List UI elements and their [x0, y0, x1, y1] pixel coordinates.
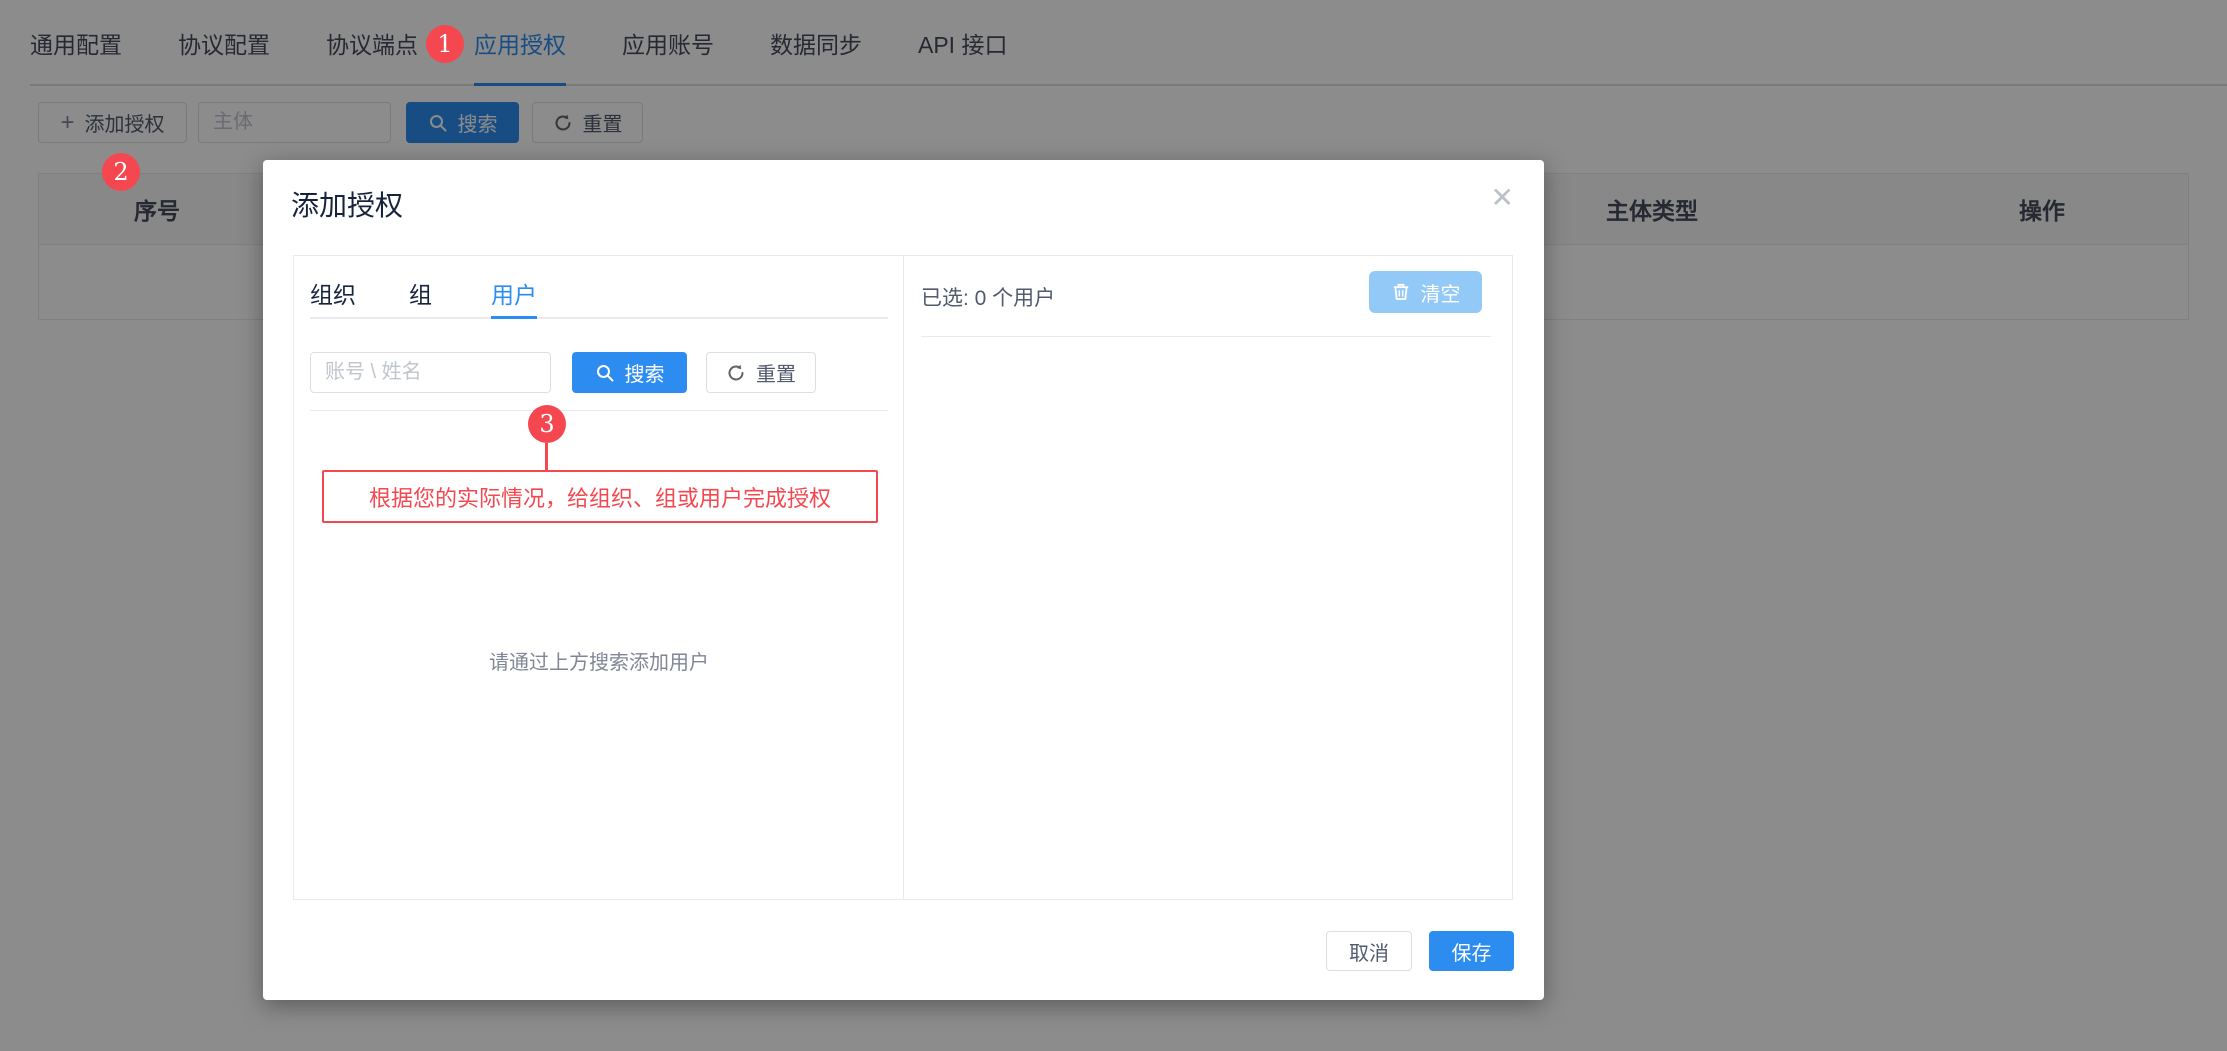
- search-divider: [310, 410, 888, 411]
- close-icon[interactable]: ✕: [1491, 184, 1514, 212]
- selector-panel: 组织 组 用户 搜索: [293, 255, 1513, 900]
- annotation-connector-line: [545, 443, 548, 470]
- dialog-reset-label: 重置: [756, 358, 796, 387]
- refresh-icon: [726, 363, 746, 383]
- step-badge-3: 3: [528, 405, 566, 443]
- save-button[interactable]: 保存: [1429, 931, 1514, 971]
- clear-selection-label: 清空: [1421, 278, 1461, 307]
- subject-picker-pane: 组织 组 用户 搜索: [294, 256, 904, 899]
- selected-count-label: 已选: 0 个用户: [921, 282, 1055, 312]
- search-icon: [595, 363, 615, 383]
- selected-header-divider: [921, 336, 1491, 337]
- tab-user[interactable]: 用户: [491, 276, 537, 310]
- tab-organization[interactable]: 组织: [310, 276, 356, 310]
- step-badge-1: 1: [426, 25, 464, 63]
- dialog-reset-button[interactable]: 重置: [706, 352, 816, 393]
- dialog-search-button[interactable]: 搜索: [572, 352, 687, 393]
- cancel-button[interactable]: 取消: [1326, 931, 1412, 971]
- empty-state-text: 请通过上方搜索添加用户: [294, 646, 904, 675]
- active-tab-underline: [491, 316, 537, 319]
- step-badge-2: 2: [102, 153, 140, 191]
- annotation-note: 根据您的实际情况，给组织、组或用户完成授权: [322, 470, 878, 523]
- app-config-page: 通用配置 协议配置 协议端点 应用授权 应用账号 数据同步 API 接口 + 添…: [0, 0, 2227, 1051]
- dialog-search-label: 搜索: [625, 358, 665, 387]
- clear-selection-button[interactable]: 清空: [1369, 271, 1482, 313]
- tab-track-line: [310, 317, 888, 319]
- add-authorization-dialog: 添加授权 ✕ 组织 组 用户 搜索: [263, 160, 1544, 1000]
- user-search-field-wrap: [310, 352, 551, 393]
- selected-users-pane: 已选: 0 个用户 清空: [904, 256, 1513, 899]
- dialog-title: 添加授权: [291, 184, 403, 224]
- user-search-input[interactable]: [310, 352, 551, 393]
- trash-icon: [1391, 282, 1411, 302]
- tab-group[interactable]: 组: [409, 276, 432, 310]
